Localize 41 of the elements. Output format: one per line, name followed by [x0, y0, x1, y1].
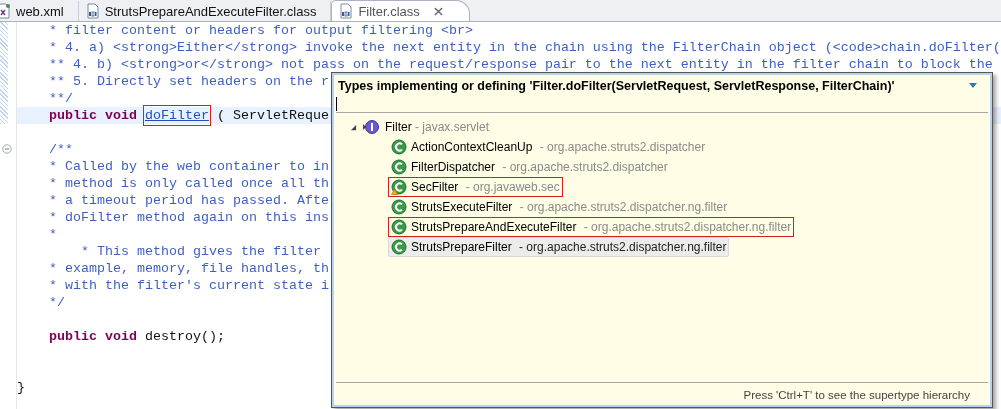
- code-text: public void: [48, 107, 138, 124]
- code-text: */: [48, 294, 65, 311]
- code-text: ** 4. b) <strong>or</strong> not pass on the request/response pair to the next entity in the filter chain to block the: [48, 56, 993, 73]
- code-text: ** 5. Directly set headers on the r: [48, 73, 329, 90]
- hint-text: Press 'Ctrl+T' to see the supertype hierarchy: [743, 389, 970, 401]
- editor-tab[interactable]: Filter.class: [331, 0, 470, 21]
- code-text: destroy();: [145, 328, 225, 345]
- code-text: *: [48, 226, 57, 243]
- tree-item[interactable]: FilterDispatcher - org.apache.struts2.dispatcher: [388, 157, 671, 177]
- tree-item[interactable]: Filter - javax.servlet: [385, 120, 490, 134]
- tree-item[interactable]: StrutsExecuteFilter - org.apache.struts2.dispatcher.ng.filter: [388, 197, 731, 217]
- code-text: * example, memory, file handles, th: [48, 260, 329, 277]
- code-text: * 4. a) <strong>Either</strong> invoke the next entity in the chain using the FilterChain object (<code>chain.doFilter(: [48, 39, 1001, 56]
- code-text: * method is only called once all th: [48, 175, 329, 192]
- expand-icon[interactable]: [350, 123, 357, 131]
- code-text: ( ServletReque: [215, 107, 329, 124]
- tree-item[interactable]: StrutsPrepareFilter - org.apache.struts2.dispatcher.ng.filter: [388, 237, 730, 257]
- code-text: }: [17, 379, 25, 396]
- code-text: * Called by the web container to in: [48, 158, 329, 175]
- dropdown-icon[interactable]: [968, 82, 978, 90]
- tree-item[interactable]: SecFilter - org.javaweb.sec: [388, 177, 563, 197]
- code-text: * a timeout period has passed. Afte: [48, 192, 329, 209]
- class-file-icon: [84, 3, 101, 19]
- tree-item[interactable]: ActionContextCleanUp - org.apache.struts2.dispatcher: [388, 137, 709, 157]
- filter-field[interactable]: [336, 95, 988, 113]
- code-text: **/: [48, 90, 73, 107]
- editor-tab[interactable]: web.xml: [0, 1, 79, 21]
- code-text: /**: [48, 141, 73, 158]
- code-text: * doFilter method again on this ins: [48, 209, 329, 226]
- code-text: * with the filter's current state i: [48, 277, 329, 294]
- popup-title: Types implementing or defining 'Filter.doFilter(ServletRequest, ServletResponse, FilterChain)': [338, 79, 895, 93]
- xml-file-icon: [0, 3, 12, 19]
- interface-icon: [363, 119, 379, 135]
- tree-item[interactable]: StrutsPrepareAndExecuteFilter - org.apache.struts2.dispatcher.ng.filter: [388, 217, 795, 237]
- close-icon[interactable]: [433, 6, 443, 16]
- code-text: public void: [48, 328, 138, 345]
- method-link[interactable]: doFilter: [145, 107, 209, 124]
- code-text: * This method gives the filter: [80, 243, 321, 260]
- editor-tab[interactable]: StrutsPrepareAndExecuteFilter.class: [78, 1, 332, 21]
- code-text: * filter content or headers for output filtering <br>: [48, 22, 473, 39]
- class-file-icon: [338, 3, 355, 19]
